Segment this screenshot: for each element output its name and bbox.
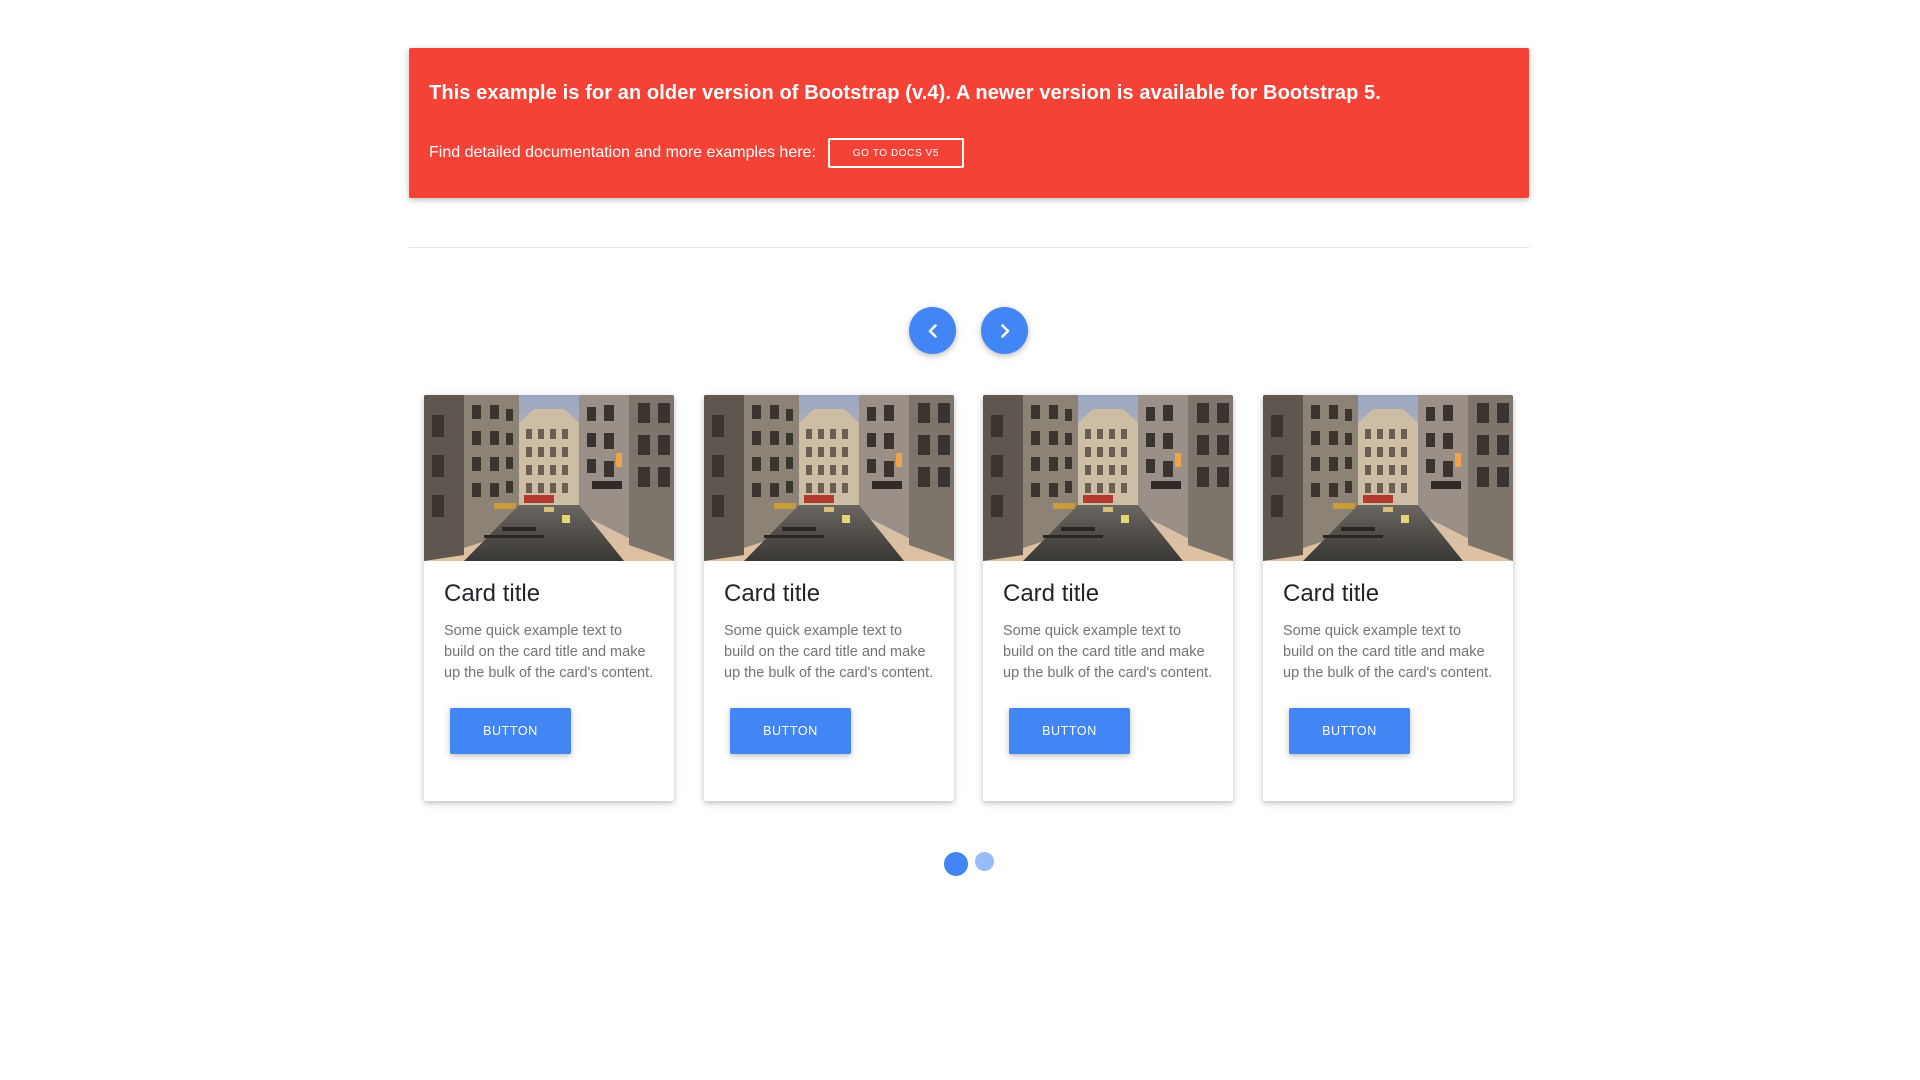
card-image bbox=[704, 395, 954, 561]
card-text: Some quick example text to build on the … bbox=[724, 623, 934, 681]
card-image bbox=[983, 395, 1233, 561]
carousel-indicators bbox=[0, 850, 1920, 880]
card-4: Card title Some quick example text to bu… bbox=[1263, 395, 1513, 801]
card-text: Some quick example text to build on the … bbox=[444, 623, 654, 681]
card-body: Card title Some quick example text to bu… bbox=[1263, 561, 1513, 754]
card-body: Card title Some quick example text to bu… bbox=[424, 561, 674, 754]
indicator-dot-active[interactable] bbox=[944, 852, 968, 876]
card-text: Some quick example text to build on the … bbox=[1283, 623, 1493, 681]
card-2: Card title Some quick example text to bu… bbox=[704, 395, 954, 801]
go-to-docs-button[interactable]: GO TO DOCS V5 bbox=[827, 138, 964, 168]
card-button[interactable]: BUTTON bbox=[730, 708, 851, 754]
page: This example is for an older version of … bbox=[0, 0, 1920, 1080]
chevron-left-icon bbox=[928, 323, 937, 338]
alert-text: Find detailed documentation and more exa… bbox=[429, 144, 816, 161]
card-image bbox=[1263, 395, 1513, 561]
card-button[interactable]: BUTTON bbox=[450, 708, 571, 754]
card-image bbox=[424, 395, 674, 561]
card-button[interactable]: BUTTON bbox=[1009, 708, 1130, 754]
alert-title: This example is for an older version of … bbox=[429, 82, 1381, 104]
carousel-prev-button[interactable] bbox=[909, 307, 956, 354]
card-title: Card title bbox=[724, 580, 821, 607]
card-title: Card title bbox=[1003, 580, 1100, 607]
card-body: Card title Some quick example text to bu… bbox=[704, 561, 954, 754]
card-text: Some quick example text to build on the … bbox=[1003, 623, 1213, 681]
card-3: Card title Some quick example text to bu… bbox=[983, 395, 1233, 801]
card-title: Card title bbox=[1283, 580, 1380, 607]
card-body: Card title Some quick example text to bu… bbox=[983, 561, 1233, 754]
version-alert: This example is for an older version of … bbox=[409, 48, 1529, 198]
card-1: Card title Some quick example text to bu… bbox=[424, 395, 674, 801]
indicator-dot[interactable] bbox=[975, 852, 994, 871]
card-title: Card title bbox=[444, 580, 541, 607]
alert-row: Find detailed documentation and more exa… bbox=[429, 138, 1509, 168]
carousel-next-button[interactable] bbox=[981, 307, 1028, 354]
divider bbox=[409, 247, 1529, 248]
card-button[interactable]: BUTTON bbox=[1289, 708, 1410, 754]
chevron-right-icon bbox=[1000, 323, 1009, 338]
